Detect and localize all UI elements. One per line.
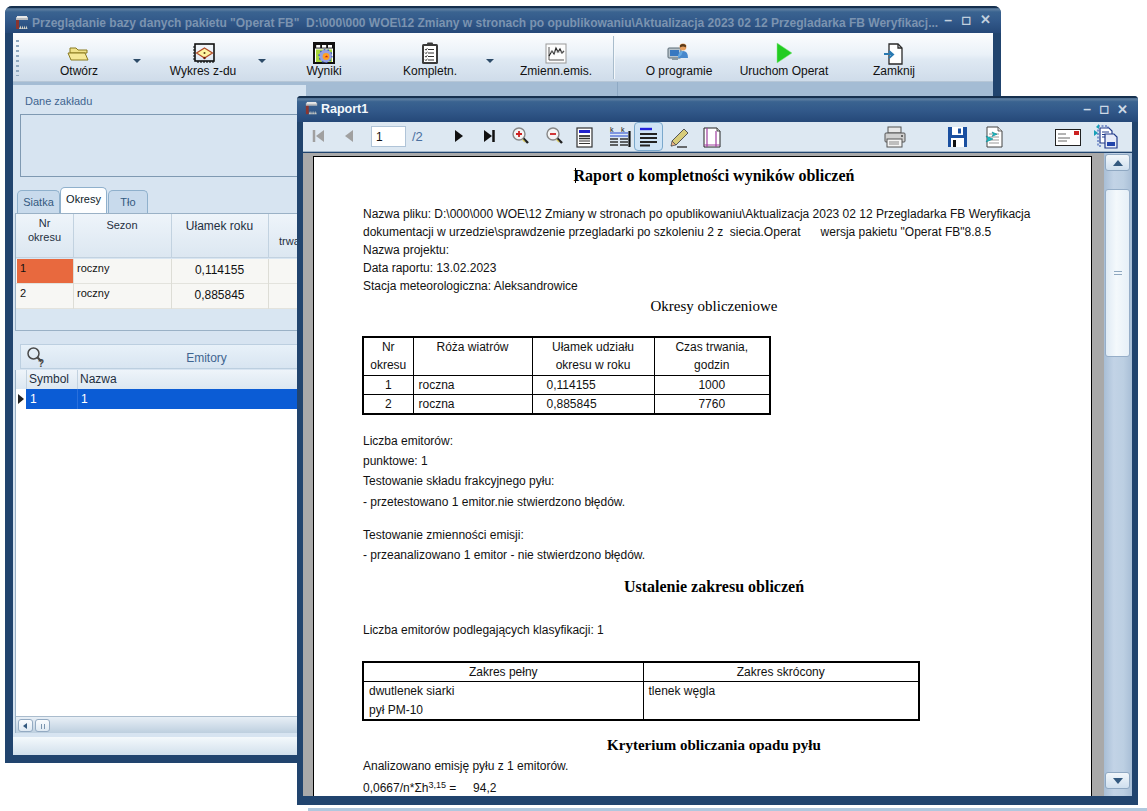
svg-text:k: k <box>610 126 614 133</box>
svg-text:k: k <box>621 126 625 133</box>
